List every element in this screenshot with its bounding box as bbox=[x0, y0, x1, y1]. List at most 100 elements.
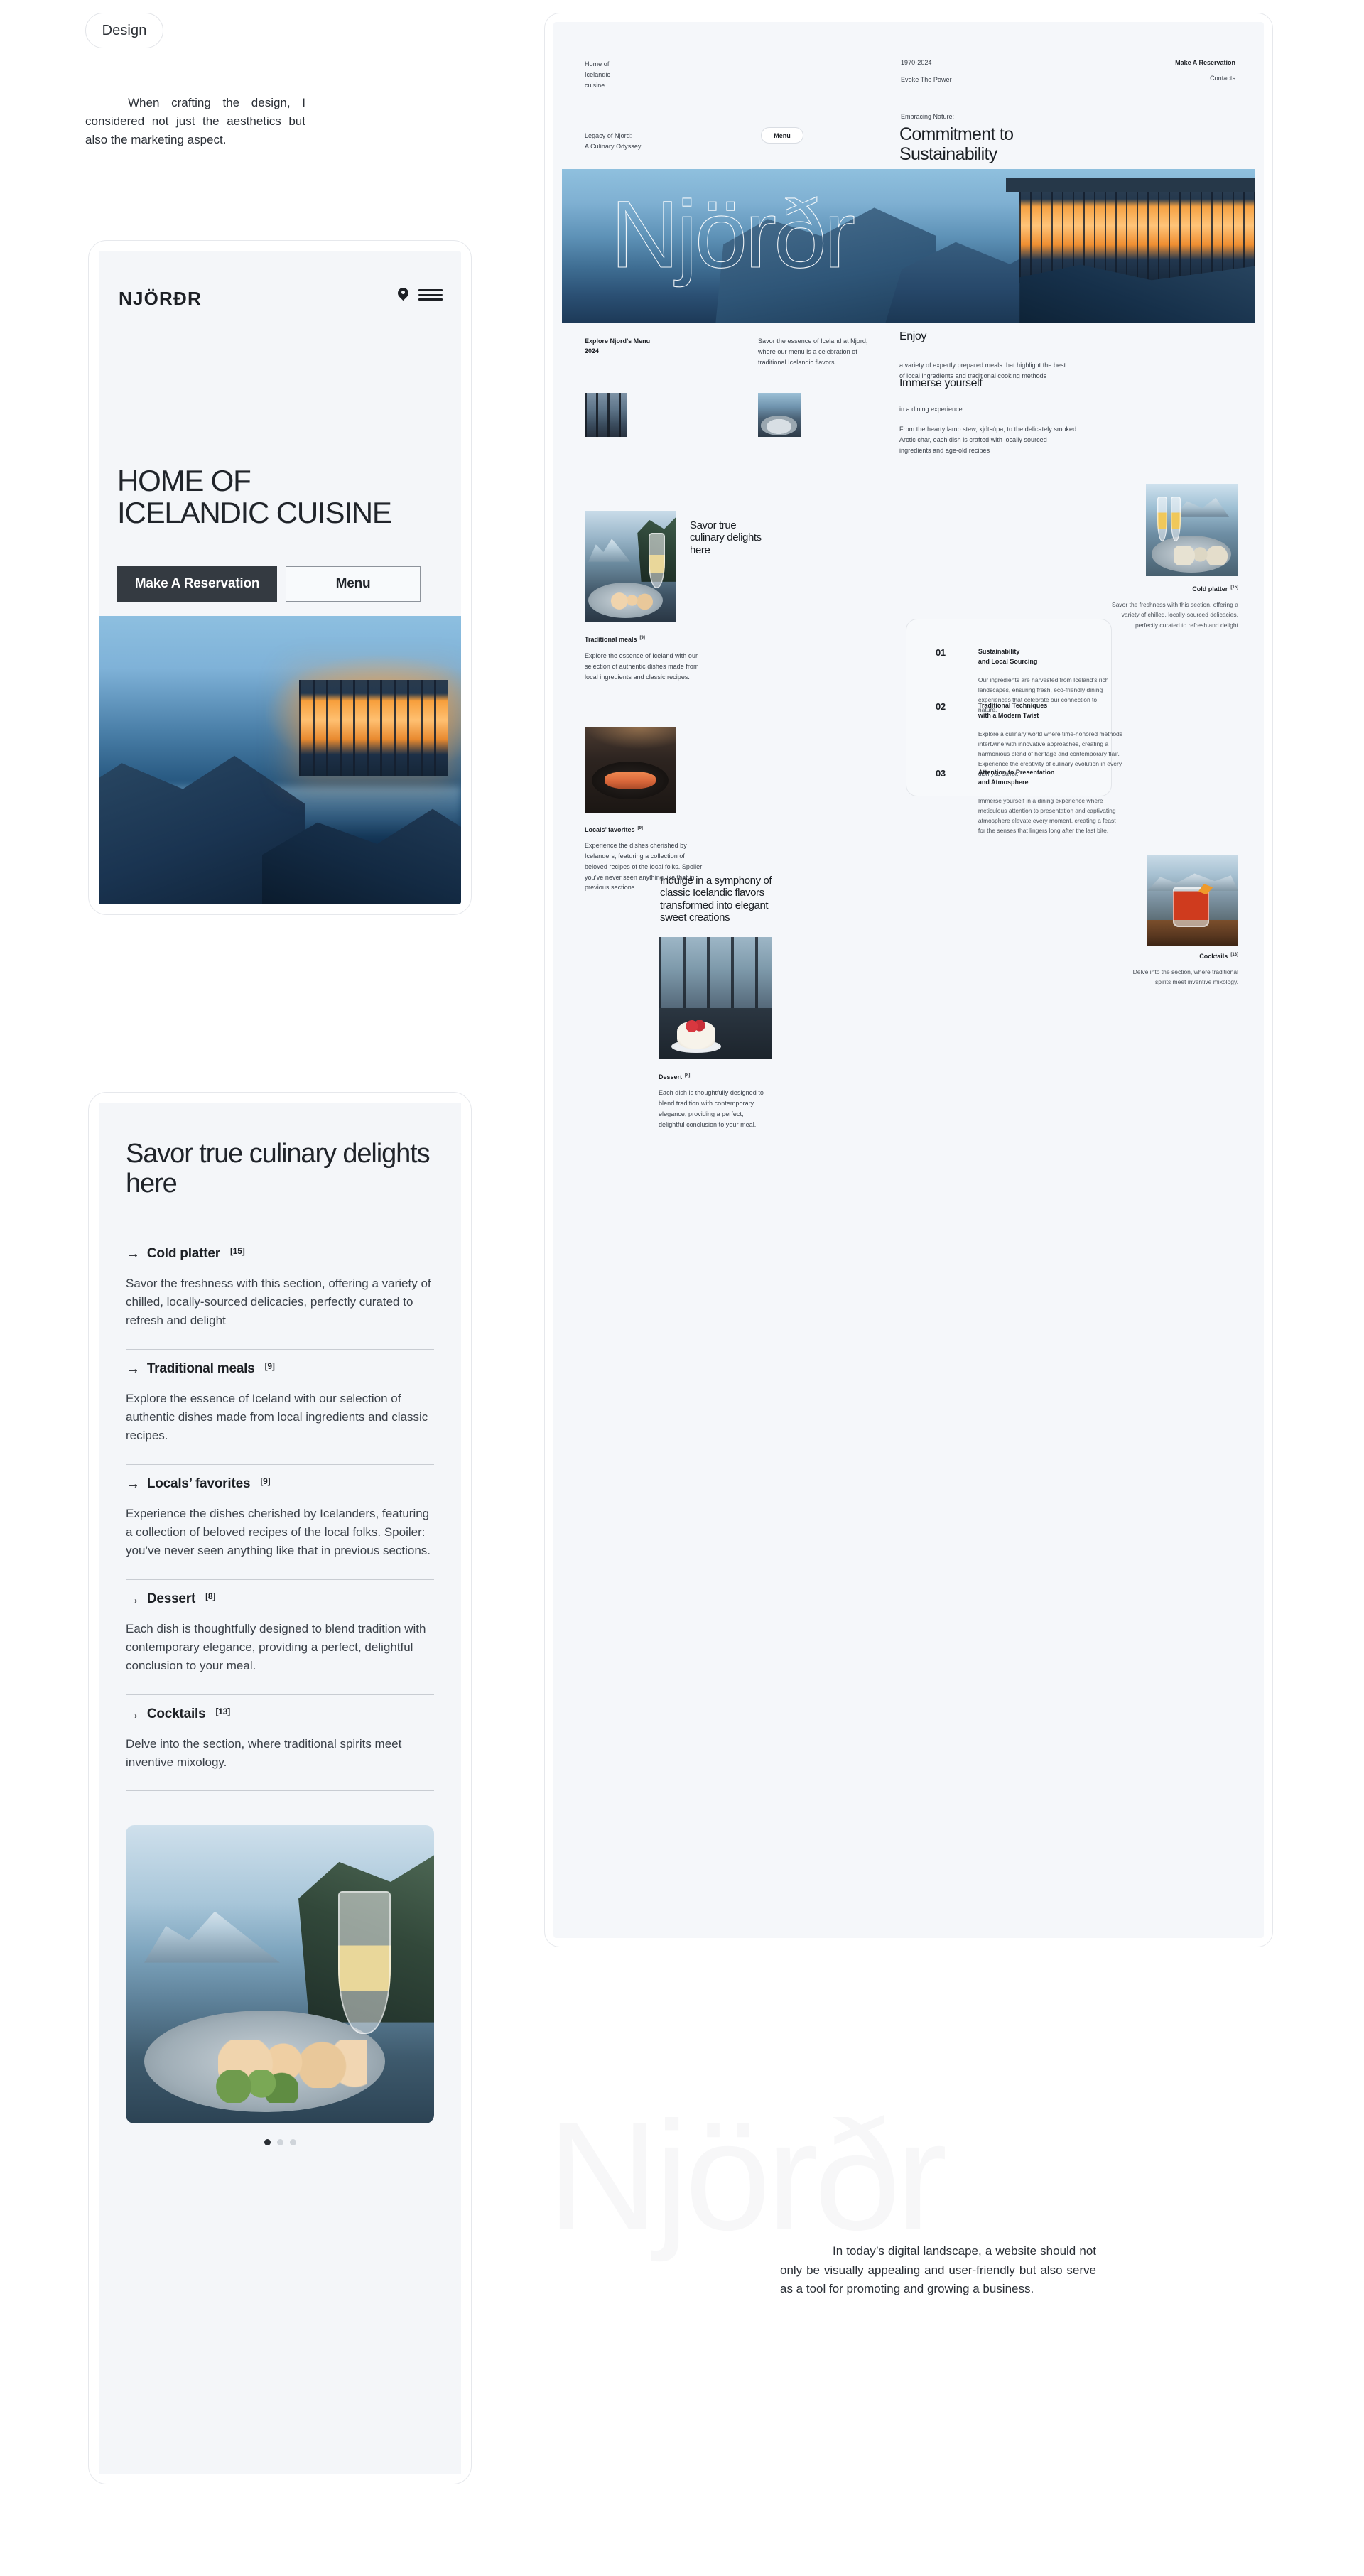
list-item-header: → Cocktails [13] bbox=[126, 1706, 434, 1722]
enjoy-title: Enjoy bbox=[899, 330, 927, 342]
brand-logo[interactable]: NJÖRÐR bbox=[119, 288, 202, 310]
locals-favorites-title: Locals’ favorites [9] bbox=[585, 825, 643, 835]
carousel-dot-2[interactable] bbox=[276, 2139, 283, 2146]
dessert-text: Each dish is thoughtfully designed to bl… bbox=[659, 1089, 764, 1128]
arrow-right-icon: → bbox=[126, 1706, 140, 1722]
list-item-text: Explore the essence of Iceland with our … bbox=[126, 1391, 428, 1443]
cocktails-caption: Cocktails [13] Delve into the section, wh… bbox=[1125, 953, 1238, 987]
hero-eyebrow: Embracing Nature: bbox=[901, 113, 955, 120]
photo-salmon-dish bbox=[585, 727, 676, 813]
list-item-count: [9] bbox=[260, 1476, 271, 1486]
location-pin-icon[interactable] bbox=[398, 288, 408, 302]
mobile-mockup-menu: Savor true culinary delights here → Cold… bbox=[88, 1092, 472, 2484]
list-item-header: → Locals’ favorites [9] bbox=[126, 1476, 434, 1492]
mobile-headline: HOME OF ICELANDIC CUISINE bbox=[117, 465, 447, 529]
photo-oyster-platter bbox=[1146, 484, 1238, 576]
hero-title: Commitment to Sustainability bbox=[899, 124, 1014, 164]
list-item[interactable]: → Cocktails [13] Delve into the section,… bbox=[126, 1695, 434, 1792]
nav-middle: 1970-2024 Evoke The Power bbox=[901, 58, 952, 85]
list-item-count: [8] bbox=[205, 1591, 216, 1601]
photo-plated-meal bbox=[758, 393, 801, 437]
hamburger-menu-icon[interactable] bbox=[418, 288, 443, 302]
carousel-dot-3[interactable] bbox=[289, 2139, 296, 2146]
cocktails-label: Cocktails bbox=[1199, 953, 1228, 960]
highlight-shape bbox=[585, 727, 676, 749]
list-item-header: → Dessert [8] bbox=[126, 1591, 434, 1607]
mobile-headline-line2: ICELANDIC CUISINE bbox=[117, 495, 392, 529]
mobile-headline-line1: HOME OF bbox=[117, 464, 251, 497]
mobile-mockup-hero: NJÖRÐR HOME OF ICELANDIC CUISINE Make A … bbox=[88, 240, 472, 915]
carousel-photo-scallops bbox=[126, 1825, 434, 2124]
list-item-label: Cold platter bbox=[146, 1245, 220, 1261]
list-item-header: → Traditional meals [9] bbox=[126, 1361, 434, 1377]
nav-slogan: Evoke The Power bbox=[901, 75, 952, 83]
mobile-screen-hero: NJÖRÐR HOME OF ICELANDIC CUISINE Make A … bbox=[99, 251, 461, 904]
list-item-header: → Cold platter [15] bbox=[126, 1246, 434, 1262]
arrow-right-icon: → bbox=[126, 1476, 140, 1492]
hero-restaurant-building bbox=[1019, 187, 1255, 283]
desktop-menu-pill-button[interactable]: Menu bbox=[761, 127, 803, 144]
list-item-label: Locals’ favorites bbox=[146, 1476, 251, 1491]
desktop-screen: Home of Icelandic cuisine 1970-2024 Evok… bbox=[553, 22, 1264, 1938]
step-body: Traditional Techniques with a Modern Twi… bbox=[978, 701, 1184, 779]
mountain-shape bbox=[144, 1911, 280, 1963]
cold-platter-label: Cold platter bbox=[1192, 585, 1228, 592]
traditional-meals-text: Explore the essence of Iceland with our … bbox=[585, 652, 699, 681]
traditional-meals-title: Traditional meals [9] bbox=[585, 634, 645, 644]
make-a-reservation-button[interactable]: Make A Reservation bbox=[117, 566, 277, 602]
menu-button[interactable]: Menu bbox=[286, 566, 421, 602]
step-text: Immerse yourself in a dining experience … bbox=[978, 797, 1116, 835]
wine-glass-shape bbox=[648, 533, 665, 589]
carousel-dot-1[interactable] bbox=[264, 2139, 271, 2146]
list-item[interactable]: → Locals’ favorites [9] Experience the d… bbox=[126, 1465, 434, 1580]
savor-title: Savor true culinary delights here bbox=[690, 519, 832, 556]
nav-make-a-reservation-link[interactable]: Make A Reservation bbox=[1175, 58, 1235, 67]
photo-dessert-table bbox=[659, 937, 772, 1059]
immerse-subtitle: in a dining experience bbox=[899, 406, 963, 413]
design-badge[interactable]: Design bbox=[85, 13, 163, 48]
savor-title-line3: here bbox=[690, 543, 710, 556]
principle-step: 03 Attention to Presentation and Atmosph… bbox=[936, 768, 1184, 835]
explore-menu-year: 2024 bbox=[585, 347, 600, 355]
restaurant-building bbox=[299, 680, 448, 776]
table-shape bbox=[659, 1007, 772, 1059]
desktop-page: Home of Icelandic cuisine 1970-2024 Evok… bbox=[553, 22, 1264, 1938]
hero-title-line2: Sustainability bbox=[899, 144, 997, 164]
nav-right: Make A Reservation Contacts bbox=[1175, 58, 1235, 84]
step-title: Sustainability and Local Sourcing bbox=[978, 648, 1038, 665]
nav-contacts-link[interactable]: Contacts bbox=[1175, 73, 1235, 84]
list-item-count: [9] bbox=[264, 1360, 275, 1371]
list-item-text: Each dish is thoughtfully designed to bl… bbox=[126, 1621, 426, 1673]
mobile-screen-menu: Savor true culinary delights here → Cold… bbox=[99, 1103, 461, 2474]
list-item[interactable]: → Traditional meals [9] Explore the esse… bbox=[126, 1350, 434, 1465]
menu-intro-text: Savor the essence of Iceland at Njord, w… bbox=[758, 337, 868, 366]
step-number: 03 bbox=[936, 768, 946, 779]
carousel-dots[interactable] bbox=[126, 2123, 434, 2146]
mountain-shape bbox=[1174, 497, 1229, 517]
list-item[interactable]: → Cold platter [15] Savor the freshness … bbox=[126, 1235, 434, 1350]
cocktails-title: Cocktails [13] bbox=[1125, 953, 1238, 960]
cold-platter-text: Savor the freshness with this section, o… bbox=[1112, 601, 1238, 629]
list-item-label: Dessert bbox=[146, 1591, 196, 1606]
list-item-count: [15] bbox=[229, 1245, 245, 1256]
design-showcase-page: Design When crafting the design, I consi… bbox=[0, 0, 1364, 2576]
traditional-meals-count: [9] bbox=[639, 636, 645, 640]
desktop-hero-photo: Njörðr bbox=[562, 169, 1255, 323]
photo-interior-window bbox=[585, 393, 627, 437]
arrow-right-icon: → bbox=[126, 1591, 140, 1607]
list-item[interactable]: → Dessert [8] Each dish is thoughtfully … bbox=[126, 1580, 434, 1695]
indulge-title-line1: Indulge in a symphony of bbox=[660, 875, 772, 887]
list-item-text: Delve into the section, where traditiona… bbox=[126, 1736, 402, 1770]
immerse-text: From the hearty lamb stew, kjötsúpa, to … bbox=[899, 426, 1077, 454]
mountain-shape bbox=[588, 539, 630, 562]
mobile-hero-top: NJÖRÐR HOME OF ICELANDIC CUISINE Make A … bbox=[99, 251, 461, 606]
cold-platter-caption: Cold platter [15] Savor the freshness wit… bbox=[1107, 585, 1238, 630]
photo-scallops-plate bbox=[585, 511, 676, 622]
mobile-header-icons bbox=[398, 288, 443, 302]
footer-watermark: Njörðr bbox=[547, 2090, 948, 2263]
explore-menu-label: Explore Njord’s Menu 2024 bbox=[585, 336, 650, 357]
indulge-title-line4: sweet creations bbox=[660, 911, 730, 924]
cocktails-count: [13] bbox=[1230, 953, 1238, 957]
list-item-text: Savor the freshness with this section, o… bbox=[126, 1276, 431, 1328]
photo-cocktail bbox=[1147, 855, 1238, 946]
